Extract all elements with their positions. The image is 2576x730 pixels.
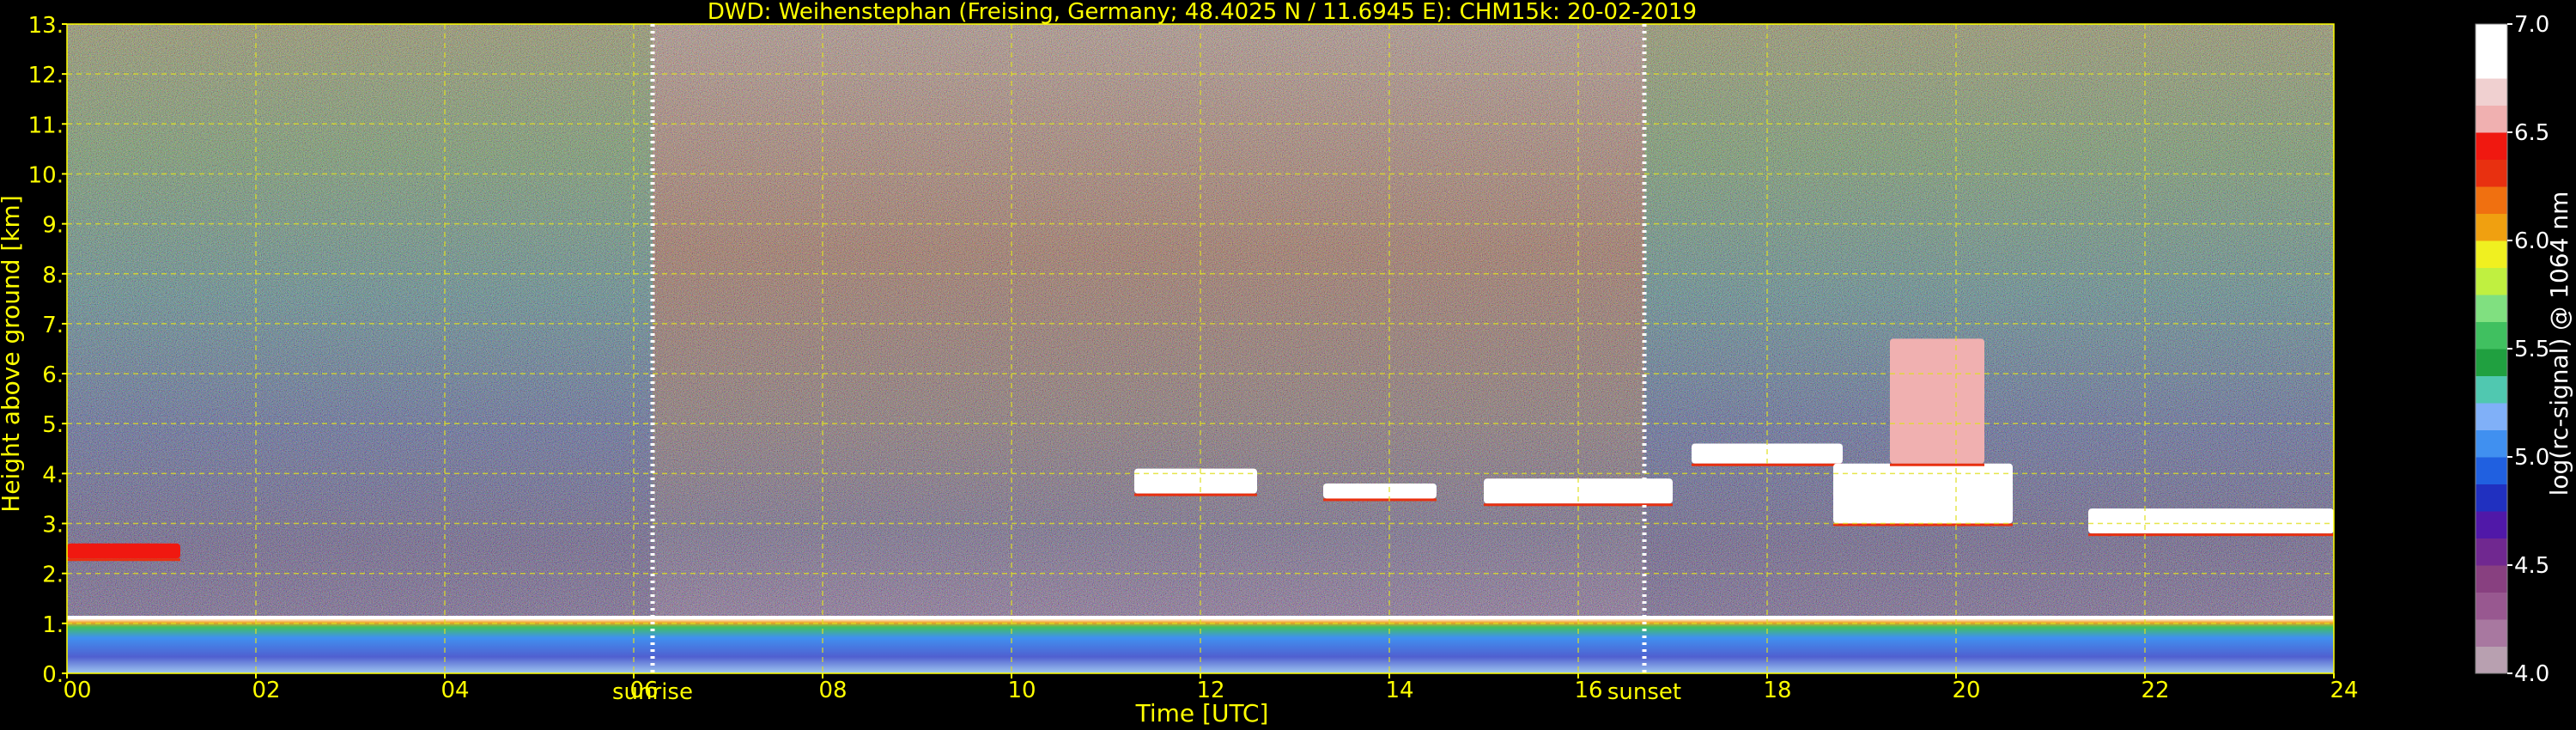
colorbar-segment [2476,457,2507,484]
colorbar-segment [2476,213,2507,241]
x-tick-label: 04 [440,678,469,703]
colorbar-segment [2476,375,2507,404]
y-tick-label: 9. [42,213,64,239]
y-axis-label: Height above ground [km] [0,195,25,513]
colorbar-segment [2476,295,2507,322]
cloud-base-edge [67,558,180,562]
cloud [1323,484,1437,499]
boundary-layer [67,618,2334,673]
y-tick-label: 6. [42,362,64,388]
y-tick-label: 13. [28,13,64,39]
colorbar-segment [2476,403,2507,430]
boundary-layer-top [67,616,2334,620]
y-tick-label: 4. [42,462,64,488]
sunset-label: sunset [1607,679,1681,705]
colorbar-segment [2476,565,2507,593]
x-tick-label: 14 [1385,678,1413,703]
colorbar-segment [2476,538,2507,566]
colorbar-segment [2476,429,2507,458]
colorbar-segment [2476,484,2507,512]
cloud-base-edge [1134,493,1257,496]
y-tick-label: 0. [42,662,64,688]
x-tick-label: 20 [1952,678,1980,703]
y-tick-label: 10. [28,162,64,188]
cloud-base-edge [1890,463,1984,466]
colorbar-segment [2476,51,2507,79]
cloud [2088,508,2334,534]
colorbar-segment [2476,24,2507,52]
x-tick-label: 10 [1007,678,1036,703]
cloud-base-edge [1323,498,1437,502]
chart-title: DWD: Weihenstephan (Freising, Germany; 4… [708,0,1697,25]
colorbar-segment [2476,646,2507,674]
colorbar-segment [2476,159,2507,187]
cloud [1134,468,1257,494]
colorbar-segment [2476,511,2507,538]
colorbar-segment [2476,267,2507,295]
x-axis-label: Time [UTC] [1135,699,1269,727]
colorbar-tick-label: 4.0 [2514,661,2549,687]
y-tick-label: 2. [42,563,64,588]
colorbar-segment [2476,321,2507,350]
cloud-base-edge [2088,533,2334,537]
colorbar-segment [2476,132,2507,160]
colorbar-segment [2476,105,2507,133]
colorbar-tick-label: 7.0 [2514,12,2549,38]
y-tick-label: 11. [28,113,64,138]
cloud [1833,463,2013,524]
y-tick-label: 8. [42,263,64,289]
colorbar-segment [2476,240,2507,268]
x-tick-label: 00 [63,678,91,703]
x-tick-label: 18 [1763,678,1791,703]
colorbar-tick-label: 6.5 [2514,120,2549,146]
y-tick-label: 7. [42,313,64,338]
colorbar-tick-label: 4.5 [2514,553,2549,579]
y-tick-label: 5. [42,412,64,438]
x-tick-label: 22 [2141,678,2169,703]
colorbar-segment [2476,78,2507,106]
y-axis-ticks: 0. 1. 2. 3. 4. 5. 6. 7. 8. 9. 10. 11. 12. 13. [28,13,67,688]
x-tick-label: 02 [252,678,280,703]
y-tick-label: 12. [28,63,64,88]
ceilometer-chart: sunrise sunset 00 02 04 06 08 10 12 14 16 18 20 22 24… [0,0,2573,727]
x-tick-label: 06 [629,678,658,703]
colorbar-segment [2476,349,2507,376]
colorbar-label: log(rc-signal) @ 1064 nm [2545,192,2573,496]
x-tick-label: 16 [1574,678,1602,703]
residual-aerosol-layer [67,543,180,559]
x-tick-label: 08 [818,678,847,703]
colorbar-segment [2476,592,2507,620]
y-tick-label: 3. [42,513,64,538]
y-tick-label: 1. [42,612,64,638]
colorbar-segment [2476,186,2507,214]
colorbar: 4.04.55.05.56.06.57.0 [2475,12,2549,687]
cloud [1890,338,1984,464]
colorbar-segment [2476,619,2507,647]
cloud-base-edge [1692,463,1843,466]
x-tick-label: 24 [2330,678,2358,703]
